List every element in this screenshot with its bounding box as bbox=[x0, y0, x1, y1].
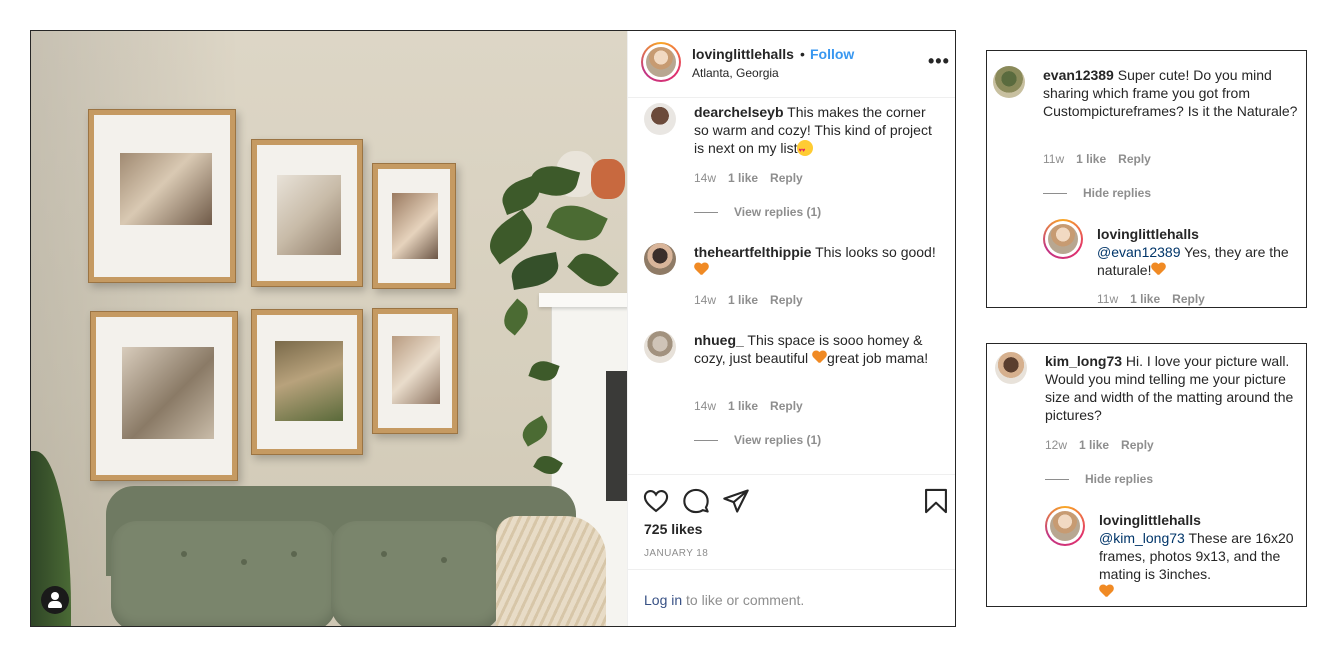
comment-likes[interactable]: 1 like bbox=[728, 399, 758, 413]
picture-frame bbox=[251, 309, 363, 455]
comment-username[interactable]: evan12389 bbox=[1043, 67, 1114, 83]
login-prompt: Log in to like or comment. bbox=[628, 569, 955, 626]
post-location[interactable]: Atlanta, Georgia bbox=[692, 66, 779, 80]
comment-username[interactable]: kim_long73 bbox=[1045, 353, 1122, 369]
orange-heart-emoji bbox=[812, 351, 827, 365]
like-count[interactable]: 725 likes bbox=[644, 521, 702, 537]
avatar[interactable] bbox=[1045, 506, 1085, 546]
comment-text: evan12389 Super cute! Do you mind sharin… bbox=[1043, 67, 1298, 119]
reply-meta: 11w 1 like Reply bbox=[1097, 292, 1217, 306]
avatar[interactable] bbox=[641, 42, 681, 82]
avatar[interactable] bbox=[995, 352, 1027, 384]
comment-age[interactable]: 12w bbox=[1045, 438, 1067, 452]
login-link[interactable]: Log in bbox=[644, 592, 682, 608]
picture-frame bbox=[88, 109, 236, 283]
hide-replies-button[interactable]: Hide replies bbox=[1043, 186, 1151, 200]
comment-username[interactable]: nhueg_ bbox=[694, 332, 744, 348]
comment-thread-kim: kim_long73 Hi. I love your picture wall.… bbox=[986, 343, 1307, 607]
avatar[interactable] bbox=[644, 103, 676, 135]
comment-meta: 11w 1 like Reply bbox=[1043, 152, 1163, 166]
comment-meta: 12w 1 like Reply bbox=[1045, 438, 1166, 452]
post-photo[interactable] bbox=[31, 31, 627, 626]
comment-text: dearchelseyb This makes the corner so wa… bbox=[694, 103, 944, 160]
view-replies-button[interactable]: View replies (1) bbox=[694, 205, 821, 219]
avatar[interactable] bbox=[993, 66, 1025, 98]
picture-frame bbox=[372, 163, 456, 289]
avatar[interactable] bbox=[644, 243, 676, 275]
instagram-post: lovinglittlehalls • Follow Atlanta, Geor… bbox=[30, 30, 956, 627]
reply-username[interactable]: lovinglittlehalls bbox=[1097, 226, 1199, 242]
follow-button[interactable]: Follow bbox=[810, 46, 854, 62]
comment-text: theheartfelthippie This looks so good! bbox=[694, 243, 944, 279]
comment-text: nhueg_ This space is sooo homey & cozy, … bbox=[694, 332, 929, 366]
bookmark-icon[interactable] bbox=[922, 487, 950, 515]
hide-replies-button[interactable]: Hide replies bbox=[1045, 472, 1153, 486]
reply-button[interactable]: Reply bbox=[770, 171, 803, 185]
orange-heart-emoji bbox=[1151, 263, 1166, 277]
avatar[interactable] bbox=[1043, 219, 1083, 259]
comment-age[interactable]: 14w bbox=[694, 399, 716, 413]
reply-button[interactable]: Reply bbox=[1172, 292, 1205, 306]
more-options-icon[interactable]: ••• bbox=[928, 51, 950, 72]
post-owner-username[interactable]: lovinglittlehalls bbox=[692, 46, 794, 62]
comment-age[interactable]: 11w bbox=[1043, 152, 1064, 166]
comment-meta: 14w 1 like Reply bbox=[694, 293, 815, 307]
separator-dot: • bbox=[800, 46, 805, 62]
mention-link[interactable]: @kim_long73 bbox=[1099, 530, 1185, 546]
user-tag-icon[interactable] bbox=[41, 586, 69, 614]
mention-link[interactable]: @evan12389 bbox=[1097, 244, 1181, 260]
view-replies-button[interactable]: View replies (1) bbox=[694, 433, 821, 447]
comment-text: kim_long73 Hi. I love your picture wall.… bbox=[1045, 353, 1294, 423]
orange-heart-emoji bbox=[1099, 585, 1114, 599]
comment-thread-evan: evan12389 Super cute! Do you mind sharin… bbox=[986, 50, 1307, 308]
comment-username[interactable]: dearchelseyb bbox=[694, 104, 784, 120]
reply-button[interactable]: Reply bbox=[770, 293, 803, 307]
reply-text: lovinglittlehalls @kim_long73 These are … bbox=[1099, 511, 1295, 601]
heart-outline-icon[interactable] bbox=[642, 487, 670, 515]
avatar[interactable] bbox=[644, 331, 676, 363]
reply-button[interactable]: Reply bbox=[1118, 152, 1151, 166]
comment-username[interactable]: theheartfelthippie bbox=[694, 244, 811, 260]
comment-likes[interactable]: 1 like bbox=[728, 171, 758, 185]
reply-button[interactable]: Reply bbox=[770, 399, 803, 413]
picture-frame bbox=[90, 311, 238, 481]
paper-plane-icon[interactable] bbox=[722, 487, 750, 515]
comment-likes[interactable]: 1 like bbox=[1076, 152, 1106, 166]
reply-likes[interactable]: 1 like bbox=[1130, 292, 1160, 306]
post-header: lovinglittlehalls • Follow Atlanta, Geor… bbox=[628, 31, 955, 98]
heart-eyes-emoji bbox=[797, 140, 814, 160]
post-date: JANUARY 18 bbox=[644, 548, 709, 559]
comment-bubble-icon[interactable] bbox=[682, 487, 710, 515]
reply-username[interactable]: lovinglittlehalls bbox=[1099, 512, 1201, 528]
reply-text: lovinglittlehalls @evan12389 Yes, they a… bbox=[1097, 226, 1289, 278]
post-sidebar: lovinglittlehalls • Follow Atlanta, Geor… bbox=[627, 31, 955, 626]
orange-heart-emoji bbox=[694, 263, 709, 277]
reply-button[interactable]: Reply bbox=[1121, 438, 1154, 452]
comment-age[interactable]: 14w bbox=[694, 293, 716, 307]
comment-meta: 14w 1 like Reply bbox=[694, 171, 815, 185]
reply-age[interactable]: 11w bbox=[1097, 292, 1118, 306]
comment-meta: 14w 1 like Reply bbox=[694, 399, 815, 413]
comment-likes[interactable]: 1 like bbox=[1079, 438, 1109, 452]
picture-frame bbox=[251, 139, 363, 287]
picture-frame bbox=[372, 308, 458, 434]
comment-age[interactable]: 14w bbox=[694, 171, 716, 185]
comment-likes[interactable]: 1 like bbox=[728, 293, 758, 307]
